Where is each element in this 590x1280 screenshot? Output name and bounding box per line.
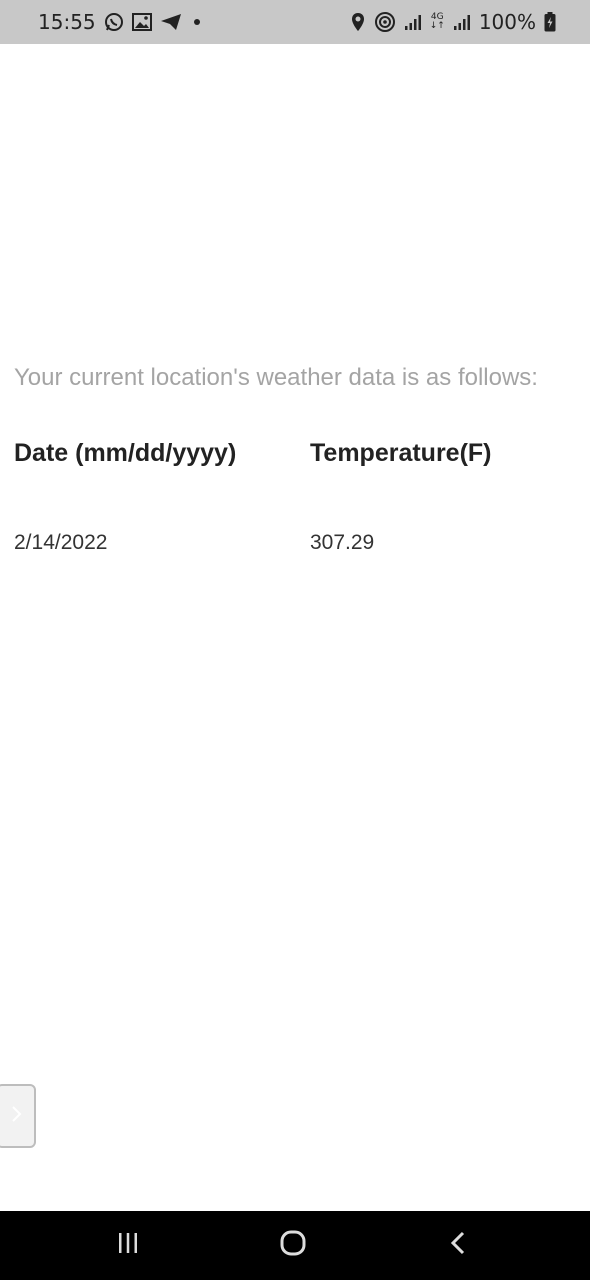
cell-temperature: 307.29 <box>310 531 375 554</box>
side-panel-handle[interactable] <box>0 1084 36 1148</box>
battery-percent: 100% <box>478 10 536 34</box>
back-button[interactable] <box>428 1211 488 1280</box>
signal-icon <box>404 13 422 31</box>
network-type-icon: 4G ↓↑ <box>430 13 445 31</box>
back-icon <box>450 1231 466 1260</box>
status-left: 15:55 <box>38 0 204 44</box>
gallery-icon <box>131 13 152 31</box>
intro-text: Your current location's weather data is … <box>14 364 538 391</box>
chevron-right-icon <box>9 1104 23 1129</box>
recent-apps-icon <box>116 1232 140 1259</box>
header-temperature: Temperature(F) <box>310 439 492 467</box>
home-button[interactable] <box>263 1211 323 1280</box>
navigation-bar <box>0 1211 590 1280</box>
home-icon <box>280 1230 306 1261</box>
dot-icon <box>190 17 204 27</box>
battery-charging-icon <box>544 12 556 32</box>
signal-icon <box>453 13 471 31</box>
status-bar: 15:55 4G ↓↑ 100% <box>0 0 590 44</box>
whatsapp-icon <box>104 12 124 32</box>
weather-table: Date (mm/dd/yyyy) Temperature(F) 2/14/20… <box>14 431 574 559</box>
cell-date: 2/14/2022 <box>14 531 108 554</box>
location-icon <box>350 12 366 32</box>
data-arrows-icon: ↓↑ <box>429 21 445 31</box>
header-date: Date (mm/dd/yyyy) <box>14 439 237 467</box>
status-right: 4G ↓↑ 100% <box>350 0 556 44</box>
telegram-icon <box>160 13 182 31</box>
weather-content: Your current location's weather data is … <box>14 362 574 559</box>
recent-apps-button[interactable] <box>98 1211 158 1280</box>
status-time: 15:55 <box>38 10 96 34</box>
hotspot-icon <box>374 11 396 33</box>
